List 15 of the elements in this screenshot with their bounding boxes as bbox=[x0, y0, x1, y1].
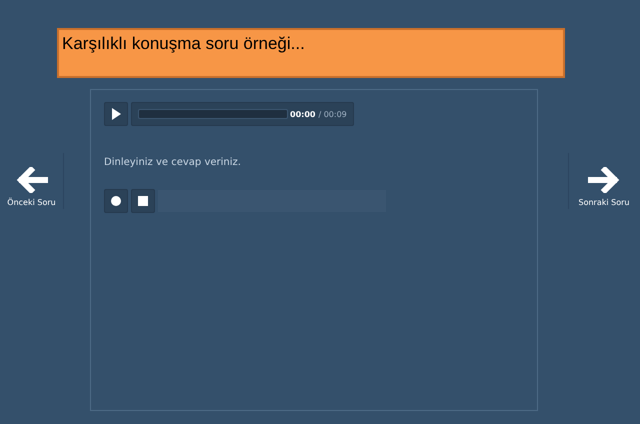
left-arrow-icon bbox=[16, 167, 48, 193]
question-title-banner: Karşılıklı konuşma soru örneği... bbox=[57, 28, 565, 78]
play-button[interactable] bbox=[104, 102, 128, 126]
next-question-button[interactable]: Sonraki Soru bbox=[568, 153, 639, 209]
current-time: 00:00 bbox=[290, 110, 316, 118]
stop-icon bbox=[138, 196, 148, 206]
record-button[interactable] bbox=[104, 189, 128, 213]
stop-button[interactable] bbox=[131, 189, 155, 213]
progress-track[interactable] bbox=[138, 109, 288, 119]
record-icon bbox=[111, 196, 121, 206]
instruction-text: Dinleyiniz ve cevap veriniz. bbox=[104, 157, 242, 168]
previous-question-button[interactable]: Önceki Soru bbox=[0, 153, 64, 209]
total-time: / 00:09 bbox=[318, 110, 347, 118]
right-arrow-icon bbox=[588, 167, 620, 193]
play-icon bbox=[111, 108, 121, 120]
